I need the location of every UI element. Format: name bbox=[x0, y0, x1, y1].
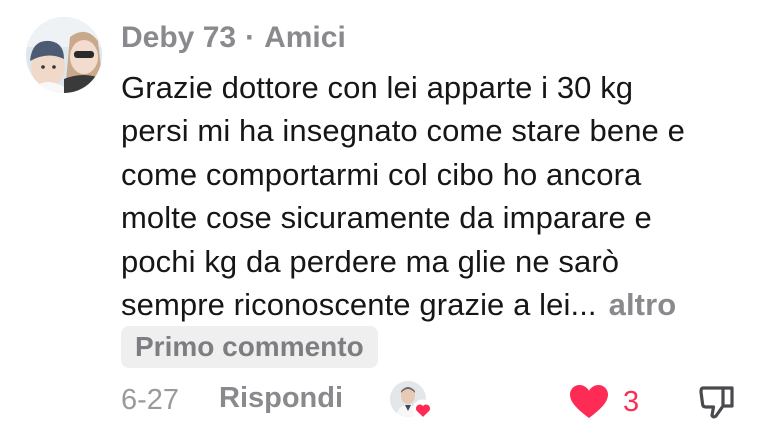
comment-item: Deby 73 · Amici Grazie dottore con lei a… bbox=[0, 0, 768, 434]
comment-text-line: persi mi ha insegnato come stare bene e bbox=[121, 113, 685, 149]
like-count: 3 bbox=[623, 385, 640, 418]
comment-text: Grazie dottore con lei apparte i 30 kg p… bbox=[121, 66, 741, 326]
comment-text-line: sempre riconoscente grazie a lei... bbox=[121, 287, 597, 323]
like-button[interactable]: 3 bbox=[569, 380, 639, 424]
liked-by-creator-indicator bbox=[390, 381, 434, 423]
header-separator: · bbox=[245, 21, 256, 54]
comment-text-line: pochi kg da perdere ma glie ne sarò bbox=[121, 243, 620, 279]
comment-text-line: molte cose sicuramente da imparare e bbox=[121, 200, 652, 236]
comment-footer: 6-27 Rispondi 3 bbox=[121, 378, 751, 424]
comment-header: Deby 73 · Amici bbox=[121, 18, 346, 58]
thumbs-down-icon[interactable] bbox=[697, 382, 737, 422]
comment-text-line: come comportarmi col cibo ho ancora bbox=[121, 156, 642, 192]
first-comment-badge: Primo commento bbox=[121, 326, 378, 368]
avatar-photo-icon bbox=[26, 17, 102, 93]
more-link[interactable]: altro bbox=[609, 287, 677, 322]
heart-filled-icon bbox=[570, 385, 608, 418]
author-relation-label: Amici bbox=[264, 21, 346, 54]
comment-text-last-line: sempre riconoscente grazie a lei... altro bbox=[121, 283, 741, 326]
heart-badge-icon bbox=[412, 399, 434, 421]
author-name[interactable]: Deby 73 bbox=[121, 21, 236, 55]
comment-date: 6-27 bbox=[121, 384, 180, 416]
reply-button[interactable]: Rispondi bbox=[219, 382, 343, 415]
comment-text-line: Grazie dottore con lei apparte i 30 kg bbox=[121, 70, 634, 105]
user-avatar[interactable] bbox=[26, 17, 102, 93]
